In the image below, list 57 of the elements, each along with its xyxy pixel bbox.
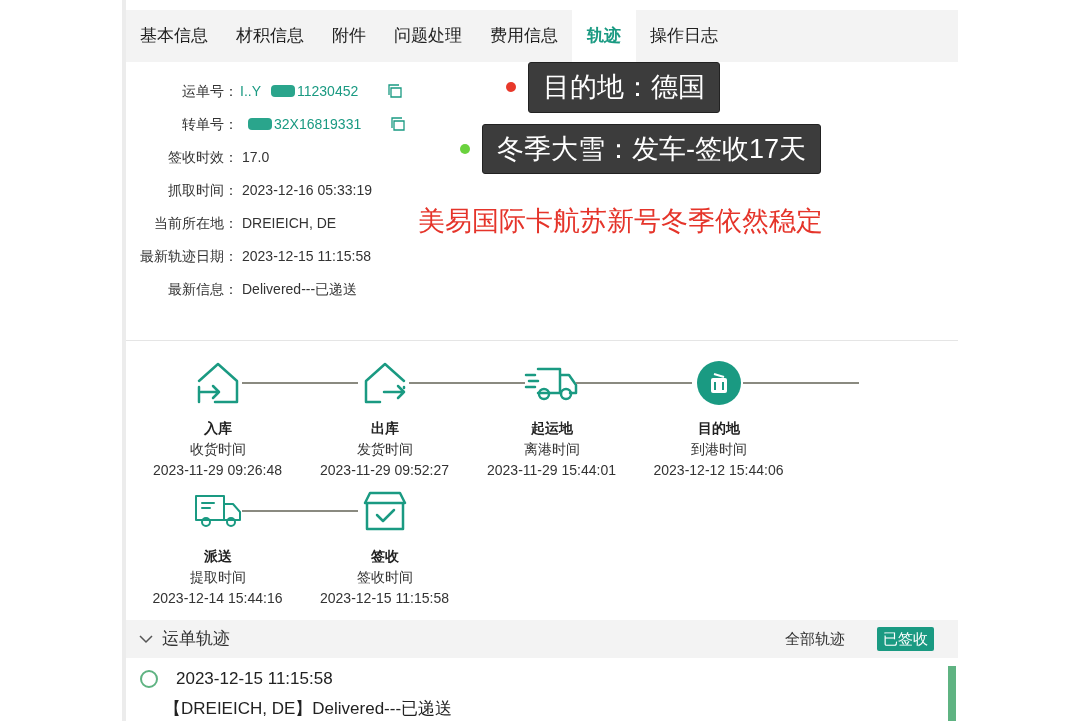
step-subtitle: 签收时间 (356, 568, 413, 587)
box-check-icon (362, 490, 407, 532)
section-title: 运单轨迹 (162, 628, 230, 651)
step-time: 2023-11-29 09:26:48 (153, 461, 282, 480)
step-time: 2023-11-29 09:52:27 (320, 461, 449, 480)
tab[interactable]: 操作日志 (636, 10, 732, 62)
step-subtitle: 发货时间 (356, 440, 413, 459)
field-value: 17.0 (242, 147, 270, 167)
step-title: 签收 (370, 547, 399, 566)
luggage-icon (695, 360, 742, 406)
step-title: 入库 (203, 419, 232, 438)
field-label: 最新轨迹日期： (139, 246, 238, 266)
field-value: 11230452 (297, 81, 359, 101)
copy-icon[interactable] (386, 84, 405, 98)
field-label: 转单号： (181, 114, 238, 134)
tab[interactable]: 费用信息 (476, 10, 572, 62)
field-value: I..Y (240, 81, 261, 101)
tab[interactable]: 材积信息 (222, 10, 318, 62)
tab[interactable]: 问题处理 (380, 10, 476, 62)
step-title: 起运地 (530, 419, 573, 438)
field-label: 抓取时间： (167, 180, 238, 200)
all-tracking-link[interactable]: 全部轨迹 (785, 627, 845, 651)
event-text: 【DREIEICH, DE】Delivered---已递送 (164, 697, 454, 720)
tab[interactable]: 轨迹 (572, 10, 636, 62)
step-subtitle: 提取时间 (189, 568, 246, 587)
field-label: 签收时效： (167, 147, 238, 167)
step-subtitle: 到港时间 (690, 440, 747, 459)
step-title: 派送 (203, 547, 232, 566)
tab[interactable]: 附件 (318, 10, 380, 62)
field-value: Delivered---已递送 (242, 279, 358, 299)
headline: 美易国际卡航苏新号冬季依然稳定 (418, 205, 823, 238)
field-label: 当前所在地： (153, 213, 238, 233)
field-value: DREIEICH, DE (242, 213, 337, 233)
step-title: 出库 (370, 419, 399, 438)
event-time: 2023-12-15 11:15:58 (176, 668, 333, 690)
chevron-icon[interactable] (138, 633, 154, 645)
field-value: 2023-12-16 05:33:19 (242, 180, 372, 200)
event-marker (140, 669, 158, 688)
status-badge: 已签收 (877, 626, 934, 652)
step-time: 2023-11-29 15:44:01 (487, 461, 616, 480)
step-subtitle: 收货时间 (189, 440, 246, 459)
callout-label: 冬季大雪：发车-签收17天 (482, 123, 822, 174)
step-subtitle: 离港时间 (523, 440, 580, 459)
step-time: 2023-12-14 15:44:16 (152, 589, 283, 608)
step-title: 目的地 (697, 419, 740, 438)
tab[interactable]: 基本信息 (126, 10, 222, 62)
field-value: 2023-12-15 11:15:58 (242, 246, 371, 266)
scrollbar-thumb[interactable] (948, 666, 956, 721)
copy-icon[interactable] (389, 117, 408, 131)
field-label: 运单号： (181, 81, 238, 101)
redaction-mark (248, 118, 272, 130)
step-time: 2023-12-12 15:44:06 (653, 461, 784, 480)
redaction-mark (271, 85, 295, 97)
callout-label: 目的地：德国 (528, 62, 720, 113)
field-value: 32X16819331 (274, 114, 362, 134)
field-label: 最新信息： (167, 279, 238, 299)
step-time: 2023-12-15 11:15:58 (320, 589, 449, 608)
